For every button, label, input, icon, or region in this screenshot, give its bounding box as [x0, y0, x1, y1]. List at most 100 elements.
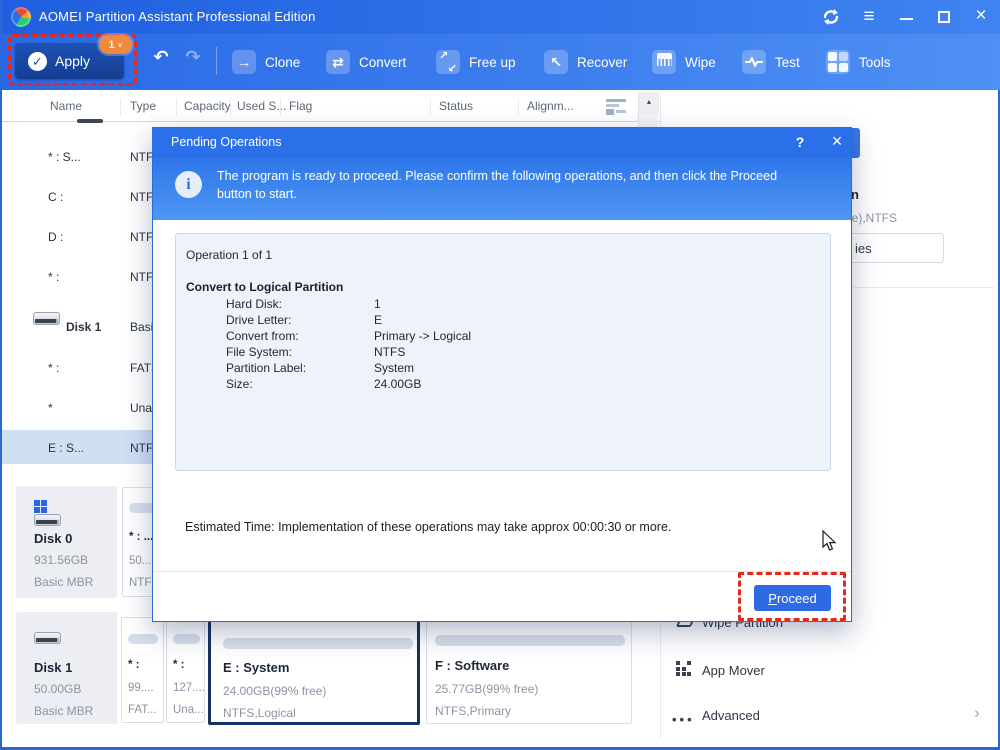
- partition-name: E : System: [223, 660, 290, 675]
- col-header-used[interactable]: Used S...: [237, 99, 286, 113]
- row-name: *: [48, 401, 53, 415]
- maximize-icon: [938, 11, 950, 23]
- disk1-partition-card-2[interactable]: * : 127.... Una...: [166, 617, 205, 723]
- operation-detail-row: Convert from: Primary -> Logical: [176, 329, 830, 345]
- apply-check-icon: ✓: [28, 51, 47, 71]
- free-up-arrow-b: ↙: [447, 63, 457, 75]
- partition-fs: NTFS,Logical: [223, 706, 296, 720]
- operation-counter: Operation 1 of 1: [186, 248, 273, 262]
- proceed-highlight-dashed-box: [738, 572, 846, 621]
- row-name: * : S...: [48, 150, 81, 164]
- detail-label: Convert from:: [226, 329, 299, 343]
- close-button[interactable]: ×: [968, 0, 994, 34]
- operation-detail-row: Drive Letter: E: [176, 313, 830, 329]
- row-name: D :: [48, 230, 64, 244]
- toolbar-item-wipe[interactable]: Wipe: [652, 49, 716, 75]
- info-text-line1: The program is ready to proceed. Please …: [217, 169, 778, 183]
- operation-detail-row: Hard Disk: 1: [176, 297, 830, 313]
- maximize-button[interactable]: [931, 0, 957, 34]
- detail-value: Primary -> Logical: [374, 329, 472, 343]
- detail-label: File System:: [226, 345, 293, 359]
- dialog-title: Pending Operations: [171, 135, 282, 149]
- test-label: Test: [775, 54, 800, 70]
- disk-icon: [34, 632, 61, 644]
- wipe-icon-bristles: [656, 58, 672, 66]
- operations-list-box: Operation 1 of 1 Convert to Logical Part…: [175, 233, 831, 471]
- toolbar-item-clone[interactable]: → Clone: [232, 49, 300, 75]
- detail-value: System: [374, 361, 415, 375]
- detail-value: E: [374, 313, 383, 327]
- capacity-bar: [173, 634, 200, 644]
- disk0-info-panel[interactable]: Disk 0 931.56GB Basic MBR: [16, 486, 117, 598]
- capacity-bar: [435, 635, 625, 646]
- row-name: E : S...: [48, 441, 85, 455]
- toolbar-item-convert[interactable]: ⇄ Convert: [326, 49, 406, 75]
- column-separator: [120, 98, 121, 116]
- partition-fs: FAT...: [128, 704, 157, 716]
- partition-size: 24.00GB(99% free): [223, 684, 327, 698]
- toolbar-item-recover[interactable]: ↖ Recover: [544, 49, 627, 75]
- operation-name: Convert to Logical Partition: [186, 280, 344, 294]
- toolbar-item-tools[interactable]: Tools: [826, 49, 891, 75]
- col-header-flag[interactable]: Flag: [289, 99, 312, 113]
- app-title: AOMEI Partition Assistant Professional E…: [39, 9, 316, 24]
- disk0-style: Basic MBR: [34, 575, 94, 589]
- toolbar: ✓ Apply 1 ∨ ↶ ↷ → Clone ⇄ Convert ↗ ↙ Fr…: [2, 34, 1000, 90]
- refresh-icon-svg: [823, 9, 839, 25]
- wipe-label: Wipe: [685, 54, 716, 70]
- toolbar-item-freeup[interactable]: ↗ ↙ Free up: [436, 49, 516, 75]
- partition-name: F : Software: [435, 658, 510, 673]
- sidebar-item-app-mover[interactable]: App Mover: [702, 663, 765, 678]
- pending-operations-badge[interactable]: 1 ∨: [99, 35, 132, 54]
- col-header-status[interactable]: Status: [439, 99, 473, 113]
- clipped-disk-icon: [77, 119, 103, 123]
- sidebar-item-advanced[interactable]: Advanced: [702, 708, 760, 723]
- col-header-name[interactable]: Name: [50, 99, 82, 113]
- help-icon[interactable]: ?: [791, 134, 809, 150]
- detail-value: 1: [374, 297, 381, 311]
- refresh-icon[interactable]: [818, 0, 844, 34]
- estimated-time-text: Estimated Time: Implementation of these …: [185, 520, 672, 534]
- undo-button[interactable]: ↶: [148, 47, 174, 75]
- dialog-info-banner: i The program is ready to proceed. Pleas…: [153, 158, 851, 220]
- view-mode-icon[interactable]: [606, 99, 628, 115]
- disk1-info-panel[interactable]: Disk 1 50.00GB Basic MBR: [16, 612, 117, 724]
- operation-detail-row: Partition Label: System: [176, 361, 830, 377]
- dialog-header[interactable]: Pending Operations ? ×: [153, 128, 851, 158]
- redo-button[interactable]: ↷: [180, 47, 206, 75]
- partition-size: 127....: [173, 682, 205, 694]
- operation-detail-row: File System: NTFS: [176, 345, 830, 361]
- dialog-close-icon[interactable]: ×: [827, 131, 847, 152]
- partition-name: * :: [128, 659, 140, 671]
- badge-count: 1: [108, 38, 115, 51]
- partition-name: * : ...: [129, 531, 154, 543]
- minimize-button[interactable]: [894, 0, 920, 34]
- app-logo-icon: [6, 2, 36, 32]
- recover-icon: ↖: [544, 50, 568, 74]
- free-up-label: Free up: [469, 54, 516, 70]
- windows-logo-icon: [34, 500, 47, 513]
- detail-label: Size:: [226, 377, 253, 391]
- disk0-capacity: 931.56GB: [34, 553, 89, 567]
- disk1-partition-card-1[interactable]: * : 99.... FAT...: [121, 617, 164, 723]
- disk1-partition-card-selected[interactable]: E : System 24.00GB(99% free) NTFS,Logica…: [208, 613, 420, 725]
- column-separator: [280, 98, 281, 116]
- partition-size: 99....: [128, 682, 154, 694]
- toolbar-item-test[interactable]: Test: [742, 49, 800, 75]
- disk1-partition-card-4[interactable]: F : Software 25.77GB(99% free) NTFS,Prim…: [426, 617, 632, 724]
- chevron-right-icon[interactable]: ›: [974, 703, 980, 723]
- advanced-icon: •••: [672, 712, 695, 727]
- partition-name: * :: [173, 659, 185, 671]
- clipped-button-label: ies: [855, 241, 872, 256]
- col-header-alignment[interactable]: Alignm...: [527, 99, 574, 113]
- titlebar: AOMEI Partition Assistant Professional E…: [2, 0, 1000, 34]
- disk-icon: [33, 312, 60, 325]
- detail-value: NTFS: [374, 345, 406, 359]
- toolbar-separator: [216, 47, 217, 75]
- col-header-capacity[interactable]: Capacity: [184, 99, 231, 113]
- partition-size: 50...: [129, 555, 152, 567]
- scroll-up-arrow[interactable]: ▲: [639, 92, 659, 114]
- disk1-name: Disk 1: [34, 660, 73, 675]
- menu-icon[interactable]: ≡: [856, 0, 882, 34]
- col-header-type[interactable]: Type: [130, 99, 156, 113]
